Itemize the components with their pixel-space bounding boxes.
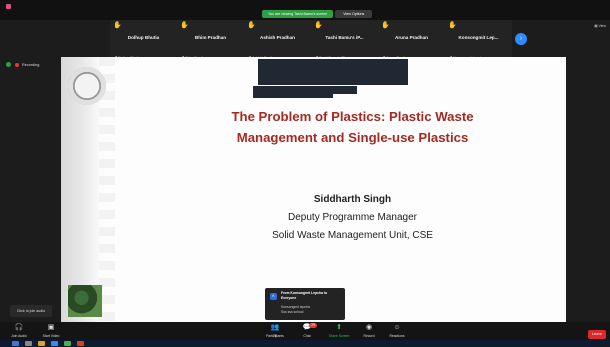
start-icon[interactable] xyxy=(12,341,19,346)
participants-button[interactable]: 👥70 Participants xyxy=(258,324,292,338)
participant-tile[interactable]: ✋ Bhim Pradhan 🎤Bhim Pradhan xyxy=(177,20,244,62)
os-taskbar xyxy=(0,340,610,347)
raised-hand-icon: ✋ xyxy=(247,22,256,29)
reactions-button[interactable]: ☺ Reactions xyxy=(380,324,414,338)
leave-button[interactable]: Leave xyxy=(588,330,606,339)
recording-indicator[interactable]: Recording xyxy=(6,62,39,67)
browser-icon[interactable] xyxy=(64,341,71,346)
participant-display-name: Tashi Bamu's iP... xyxy=(325,35,364,40)
view-options-button[interactable]: View Options xyxy=(335,10,373,18)
join-audio-prompt[interactable]: Click to join audio xyxy=(10,305,52,317)
participant-tile[interactable]: ✋ Aruna Pradhan 🎤Aruna Pradhan xyxy=(378,20,445,62)
leaf-image xyxy=(68,285,102,317)
participant-tile[interactable]: ✋ Ashish Pradhan 🎤Ashish Pradhan xyxy=(244,20,311,62)
raised-hand-icon: ✋ xyxy=(381,22,390,29)
office-app-icon[interactable] xyxy=(77,341,84,346)
presenter-name: Siddharth Singh xyxy=(313,194,392,205)
chevron-right-icon: › xyxy=(519,35,523,42)
chat-sender: Konsongmit lepcha xyxy=(281,305,310,309)
participant-display-name: Konsongmit Lep... xyxy=(458,35,499,40)
chat-to-line: Everyone xyxy=(281,296,297,300)
raised-hand-icon: ✋ xyxy=(180,22,189,29)
presenter-unit: Solid Waste Management Unit, CSE xyxy=(272,230,433,241)
share-screen-button[interactable]: ⬆ Share Screen xyxy=(322,324,356,338)
reactions-icon: ☺ xyxy=(393,324,401,331)
pause-icon xyxy=(6,62,11,67)
video-off-icon: ▣ xyxy=(47,324,55,331)
record-dot-icon xyxy=(15,62,19,67)
record-icon: ◉ xyxy=(365,324,373,331)
organization-logo xyxy=(68,67,106,105)
chat-badge: 29 xyxy=(309,323,317,328)
raised-hand-icon: ✋ xyxy=(448,22,457,29)
participant-display-name: Dolhup Bhutia xyxy=(127,35,160,40)
chat-message: Sss sss school xyxy=(281,310,304,314)
redacted-block xyxy=(333,86,357,94)
chat-button[interactable]: 💬 29 Chat xyxy=(290,323,324,338)
search-icon[interactable] xyxy=(25,341,32,346)
participants-icon: 👥70 xyxy=(270,324,280,338)
chat-notification[interactable]: K From Konsongmit Lepcha to Everyone Kon… xyxy=(265,288,345,320)
start-video-button[interactable]: ▣ Start Video xyxy=(34,324,68,338)
avatar: K xyxy=(270,293,277,300)
share-banner: You are viewing Tashi Bamu's screen View… xyxy=(262,10,373,18)
raised-hand-icon: ✋ xyxy=(314,22,323,29)
participant-tile[interactable]: ✋ Konsongmit Lep... 🎤Konsongmit Lepcha xyxy=(445,20,512,62)
chat-from-line: From Konsongmit Lepcha to xyxy=(281,291,328,295)
recording-label: Recording xyxy=(22,62,40,67)
strip-next-button[interactable]: › xyxy=(515,33,527,45)
app-icon xyxy=(6,4,11,9)
participant-display-name: Bhim Pradhan xyxy=(194,35,227,40)
participant-display-name: Aruna Pradhan xyxy=(395,35,428,40)
viewing-screen-notice: You are viewing Tashi Bamu's screen xyxy=(262,10,334,18)
view-button[interactable]: ▦ View xyxy=(594,24,606,28)
headphones-icon: 🎧 xyxy=(14,324,24,331)
zoom-app-icon[interactable] xyxy=(51,341,58,346)
participant-tile[interactable]: ✋ Dolhup Bhutia 🎤Dolhup Bhutia xyxy=(110,20,177,62)
folder-icon[interactable] xyxy=(38,341,45,346)
share-screen-icon: ⬆ xyxy=(336,324,342,331)
redacted-block xyxy=(253,86,333,98)
presenter-role: Deputy Programme Manager xyxy=(288,212,417,223)
window-title-bar: You are viewing Tashi Bamu's screen View… xyxy=(0,0,610,20)
slide-title: The Problem of Plastics: Plastic Waste M… xyxy=(149,106,556,148)
participant-strip: ✋ Dolhup Bhutia 🎤Dolhup Bhutia ✋ Bhim Pr… xyxy=(110,20,512,62)
participant-display-name: Ashish Pradhan xyxy=(260,35,295,40)
participant-tile[interactable]: ✋ Tashi Bamu's iP... 🎤Tashi Bamu's iPho.… xyxy=(311,20,378,62)
slide-title-line: The Problem of Plastics: Plastic Waste xyxy=(231,109,474,124)
slide-title-line: Management and Single-use Plastics xyxy=(236,130,469,145)
join-audio-button[interactable]: 🎧 Join Audio xyxy=(2,324,36,338)
raised-hand-icon: ✋ xyxy=(113,22,122,29)
redacted-block xyxy=(258,59,408,85)
